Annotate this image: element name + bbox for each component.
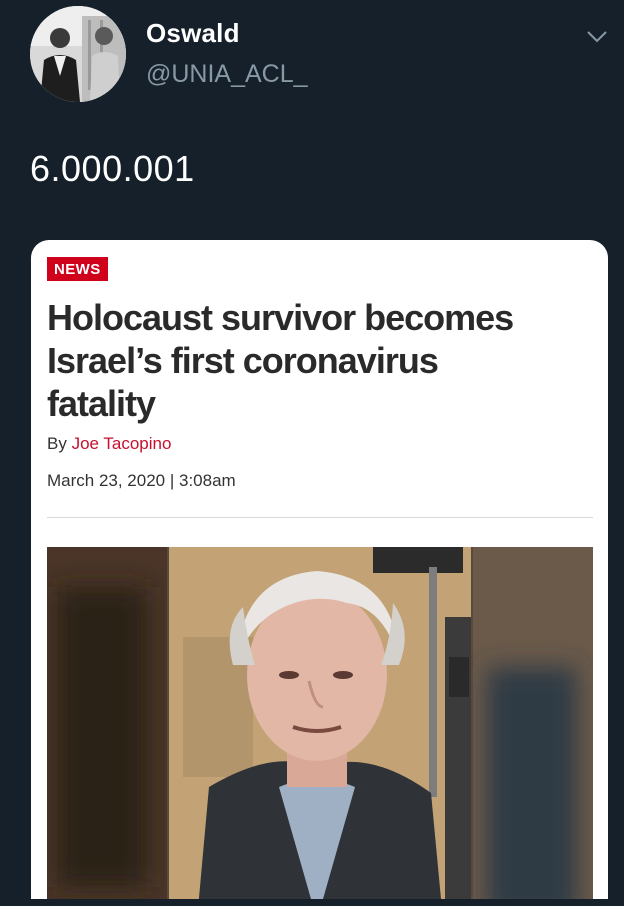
article-headline: Holocaust survivor becomes Israel’s firs… <box>47 296 599 425</box>
headline-line: fatality <box>47 383 156 424</box>
article-image-card[interactable]: NEWS Holocaust survivor becomes Israel’s… <box>31 240 608 906</box>
divider <box>47 517 593 518</box>
headline-line: Israel’s first coronavirus <box>47 340 439 381</box>
profile-photo-icon <box>30 6 126 102</box>
tweet-text: 6.000.001 <box>30 148 195 189</box>
elderly-man-photo-icon <box>47 547 593 906</box>
bottom-edge <box>0 899 624 906</box>
display-name[interactable]: Oswald <box>146 18 240 49</box>
article-date: March 23, 2020 | 3:08am <box>47 471 236 490</box>
author-link[interactable]: Joe Tacopino <box>72 434 172 453</box>
article-photo <box>47 547 593 906</box>
user-handle[interactable]: @UNIA_ACL_ <box>146 60 308 89</box>
tweet-screenshot: Oswald @UNIA_ACL_ 6.000.001 NEWS Holocau… <box>0 0 624 906</box>
chevron-down-icon[interactable] <box>580 24 614 48</box>
byline-prefix: By <box>47 434 72 453</box>
byline: By Joe Tacopino <box>47 434 171 454</box>
news-badge: NEWS <box>47 257 108 281</box>
avatar[interactable] <box>30 6 126 102</box>
headline-line: Holocaust survivor becomes <box>47 297 514 338</box>
